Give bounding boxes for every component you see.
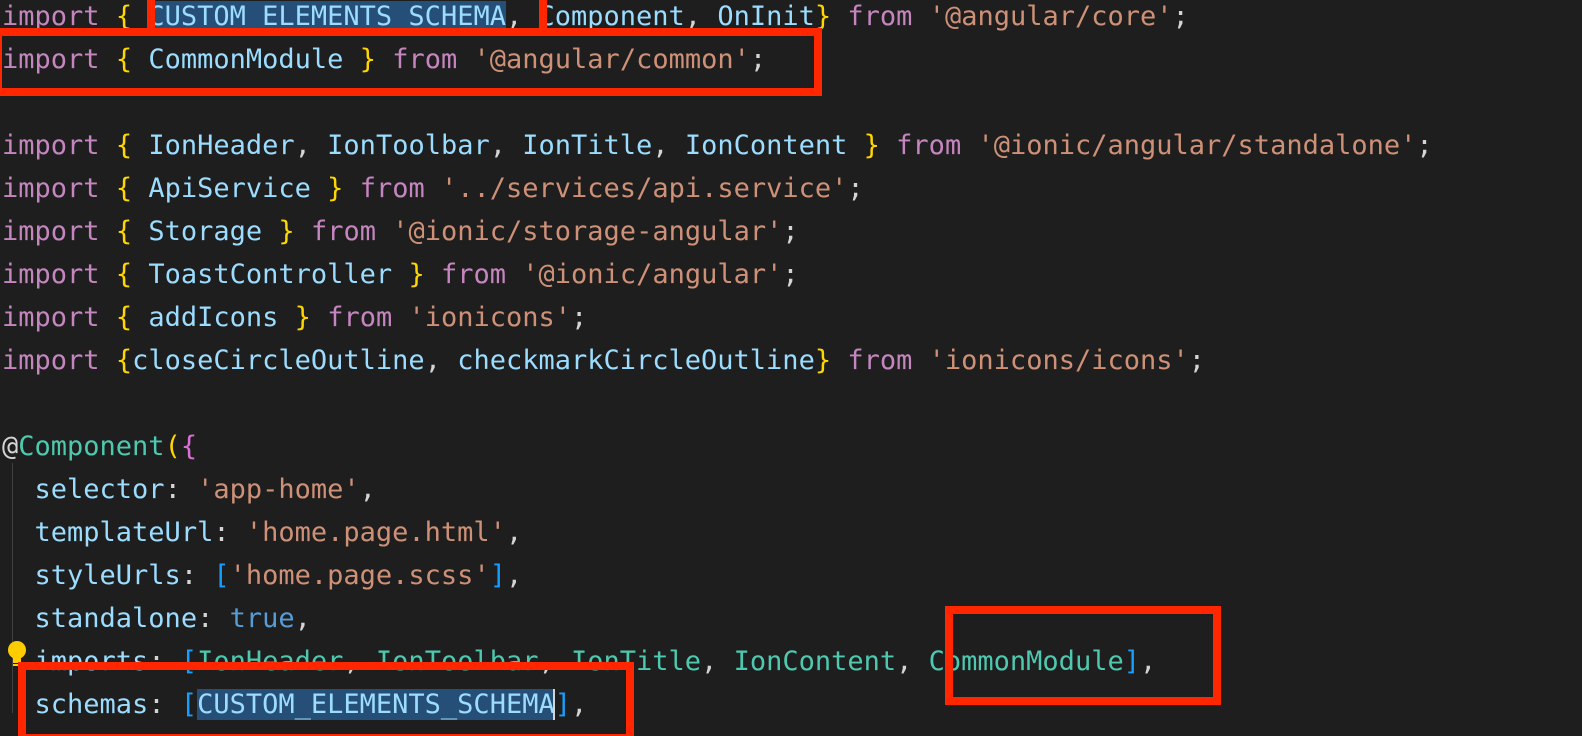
identifier-iontitle: IonTitle: [522, 130, 653, 161]
keyword-import: import: [2, 259, 100, 290]
identifier-apiservice: ApiService: [148, 173, 311, 204]
code-line-2[interactable]: import { CommonModule } from '@angular/c…: [2, 43, 1433, 86]
keyword-import: import: [2, 216, 100, 247]
string-ionicons-icons: 'ionicons/icons': [928, 345, 1189, 376]
code-editor[interactable]: import { CUSTOM_ELEMENTS_SCHEMA, Compone…: [0, 0, 1582, 736]
identifier-toastcontroller: ToastController: [148, 259, 393, 290]
identifier-ioncontent: IonContent: [684, 130, 848, 161]
code-line-7[interactable]: import { ToastController } from '@ionic/…: [2, 258, 1433, 301]
string-ionic-angular: '@ionic/angular': [522, 259, 783, 290]
identifier-component: Component: [538, 1, 685, 32]
code-line-1[interactable]: import { CUSTOM_ELEMENTS_SCHEMA, Compone…: [2, 0, 1433, 43]
keyword-from: from: [896, 130, 962, 161]
keyword-from: from: [847, 345, 913, 376]
keyword-from: from: [310, 216, 376, 247]
identifier-checkmarkcircleoutline: checkmarkCircleOutline: [457, 345, 815, 376]
keyword-from: from: [359, 173, 425, 204]
keyword-import: import: [2, 345, 100, 376]
keyword-from: from: [327, 302, 393, 333]
code-line-8[interactable]: import { addIcons } from 'ionicons';: [2, 301, 1433, 344]
keyword-import: import: [2, 173, 100, 204]
string-home-page-html: 'home.page.html': [245, 517, 506, 548]
schemas-custom-elements-schema: CUSTOM_ELEMENTS_SCHEMA: [197, 689, 555, 720]
string-api-service: '../services/api.service': [441, 173, 848, 204]
identifier-commonmodule: CommonModule: [148, 44, 344, 75]
imports-ionheader: IonHeader: [197, 646, 344, 677]
imports-iontoolbar: IonToolbar: [375, 646, 539, 677]
string-angular-common: '@angular/common': [473, 44, 750, 75]
keyword-from: from: [847, 1, 913, 32]
code-line-14[interactable]: styleUrls: ['home.page.scss'],: [2, 559, 1433, 602]
keyword-import: import: [2, 44, 100, 75]
identifier-custom-elements-schema: CUSTOM_ELEMENTS_SCHEMA: [148, 1, 506, 32]
property-schemas: schemas: [34, 689, 149, 720]
lightbulb-icon[interactable]: [6, 640, 28, 668]
code-line-6[interactable]: import { Storage } from '@ionic/storage-…: [2, 215, 1433, 258]
string-angular-core: '@angular/core': [928, 1, 1173, 32]
identifier-iontoolbar: IonToolbar: [327, 130, 490, 161]
string-ionic-storage: '@ionic/storage-angular': [392, 216, 783, 247]
decorator-component: Component: [18, 431, 165, 462]
identifier-ionheader: IonHeader: [148, 130, 295, 161]
code-line-3[interactable]: [2, 86, 1433, 129]
string-home-page-scss: 'home.page.scss': [229, 560, 490, 591]
imports-ioncontent: IonContent: [733, 646, 897, 677]
property-imports: imports: [34, 646, 149, 677]
property-templateurl: templateUrl: [34, 517, 214, 548]
code-line-5[interactable]: import { ApiService } from '../services/…: [2, 172, 1433, 215]
property-styleurls: styleUrls: [34, 560, 181, 591]
identifier-oninit: OnInit: [717, 1, 815, 32]
property-selector: selector: [34, 474, 165, 505]
property-standalone: standalone: [34, 603, 198, 634]
code-line-17[interactable]: schemas: [CUSTOM_ELEMENTS_SCHEMA],: [2, 688, 1433, 731]
identifier-storage: Storage: [148, 216, 263, 247]
identifier-closecircleoutline: closeCircleOutline: [132, 345, 425, 376]
code-lines[interactable]: import { CUSTOM_ELEMENTS_SCHEMA, Compone…: [2, 0, 1433, 731]
keyword-import: import: [2, 1, 100, 32]
code-line-12[interactable]: selector: 'app-home',: [2, 473, 1433, 516]
string-app-home: 'app-home': [197, 474, 360, 505]
code-line-4[interactable]: import { IonHeader, IonToolbar, IonTitle…: [2, 129, 1433, 172]
keyword-from: from: [440, 259, 507, 290]
keyword-from: from: [392, 44, 458, 75]
identifier-addicons: addIcons: [148, 302, 279, 333]
code-line-13[interactable]: templateUrl: 'home.page.html',: [2, 516, 1433, 559]
code-line-11[interactable]: @Component({: [2, 430, 1433, 473]
code-line-10[interactable]: [2, 387, 1433, 430]
string-ionic-standalone: '@ionic/angular/standalone': [977, 130, 1417, 161]
keyword-import: import: [2, 130, 100, 161]
imports-iontitle: IonTitle: [571, 646, 702, 677]
decorator-at: @: [2, 431, 19, 462]
keyword-import: import: [2, 302, 100, 333]
boolean-true: true: [229, 603, 295, 634]
string-ionicons: 'ionicons': [408, 302, 572, 333]
code-line-9[interactable]: import {closeCircleOutline, checkmarkCir…: [2, 344, 1433, 387]
imports-commonmodule: CommonModule: [928, 646, 1124, 677]
code-line-15[interactable]: standalone: true,: [2, 602, 1433, 645]
code-line-16[interactable]: imports: [IonHeader, IonToolbar, IonTitl…: [2, 645, 1433, 688]
